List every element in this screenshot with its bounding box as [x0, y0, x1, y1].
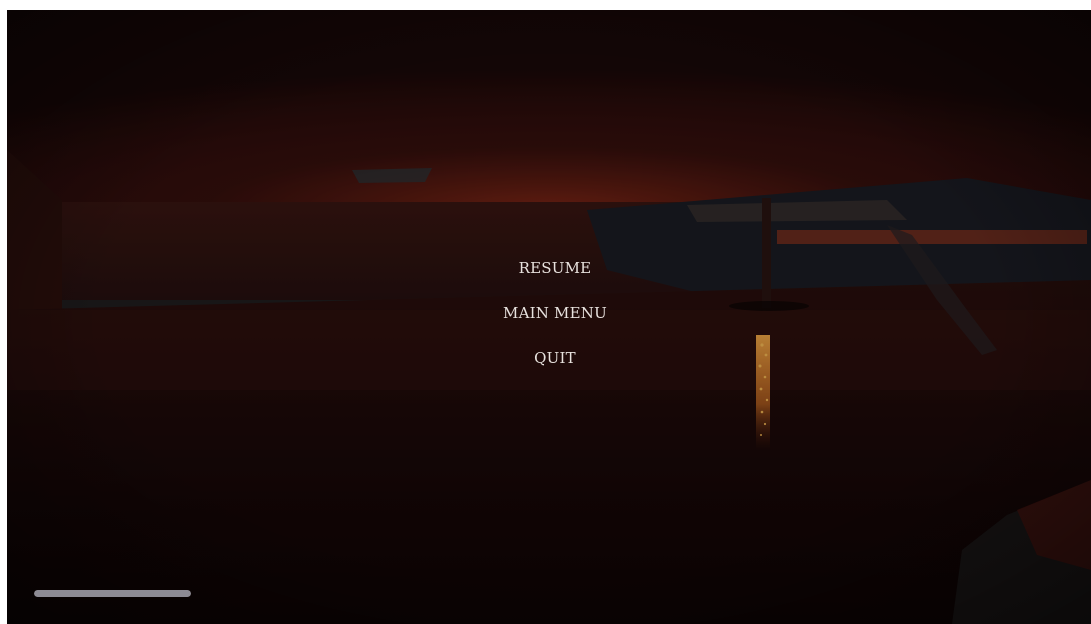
stamina-bar-fill: [34, 590, 191, 597]
resume-button[interactable]: RESUME: [7, 259, 1091, 277]
stamina-bar: [34, 590, 191, 597]
quit-button[interactable]: QUIT: [7, 349, 1091, 367]
game-viewport: RESUME MAIN MENU QUIT: [7, 10, 1091, 624]
main-menu-button[interactable]: MAIN MENU: [7, 304, 1091, 322]
